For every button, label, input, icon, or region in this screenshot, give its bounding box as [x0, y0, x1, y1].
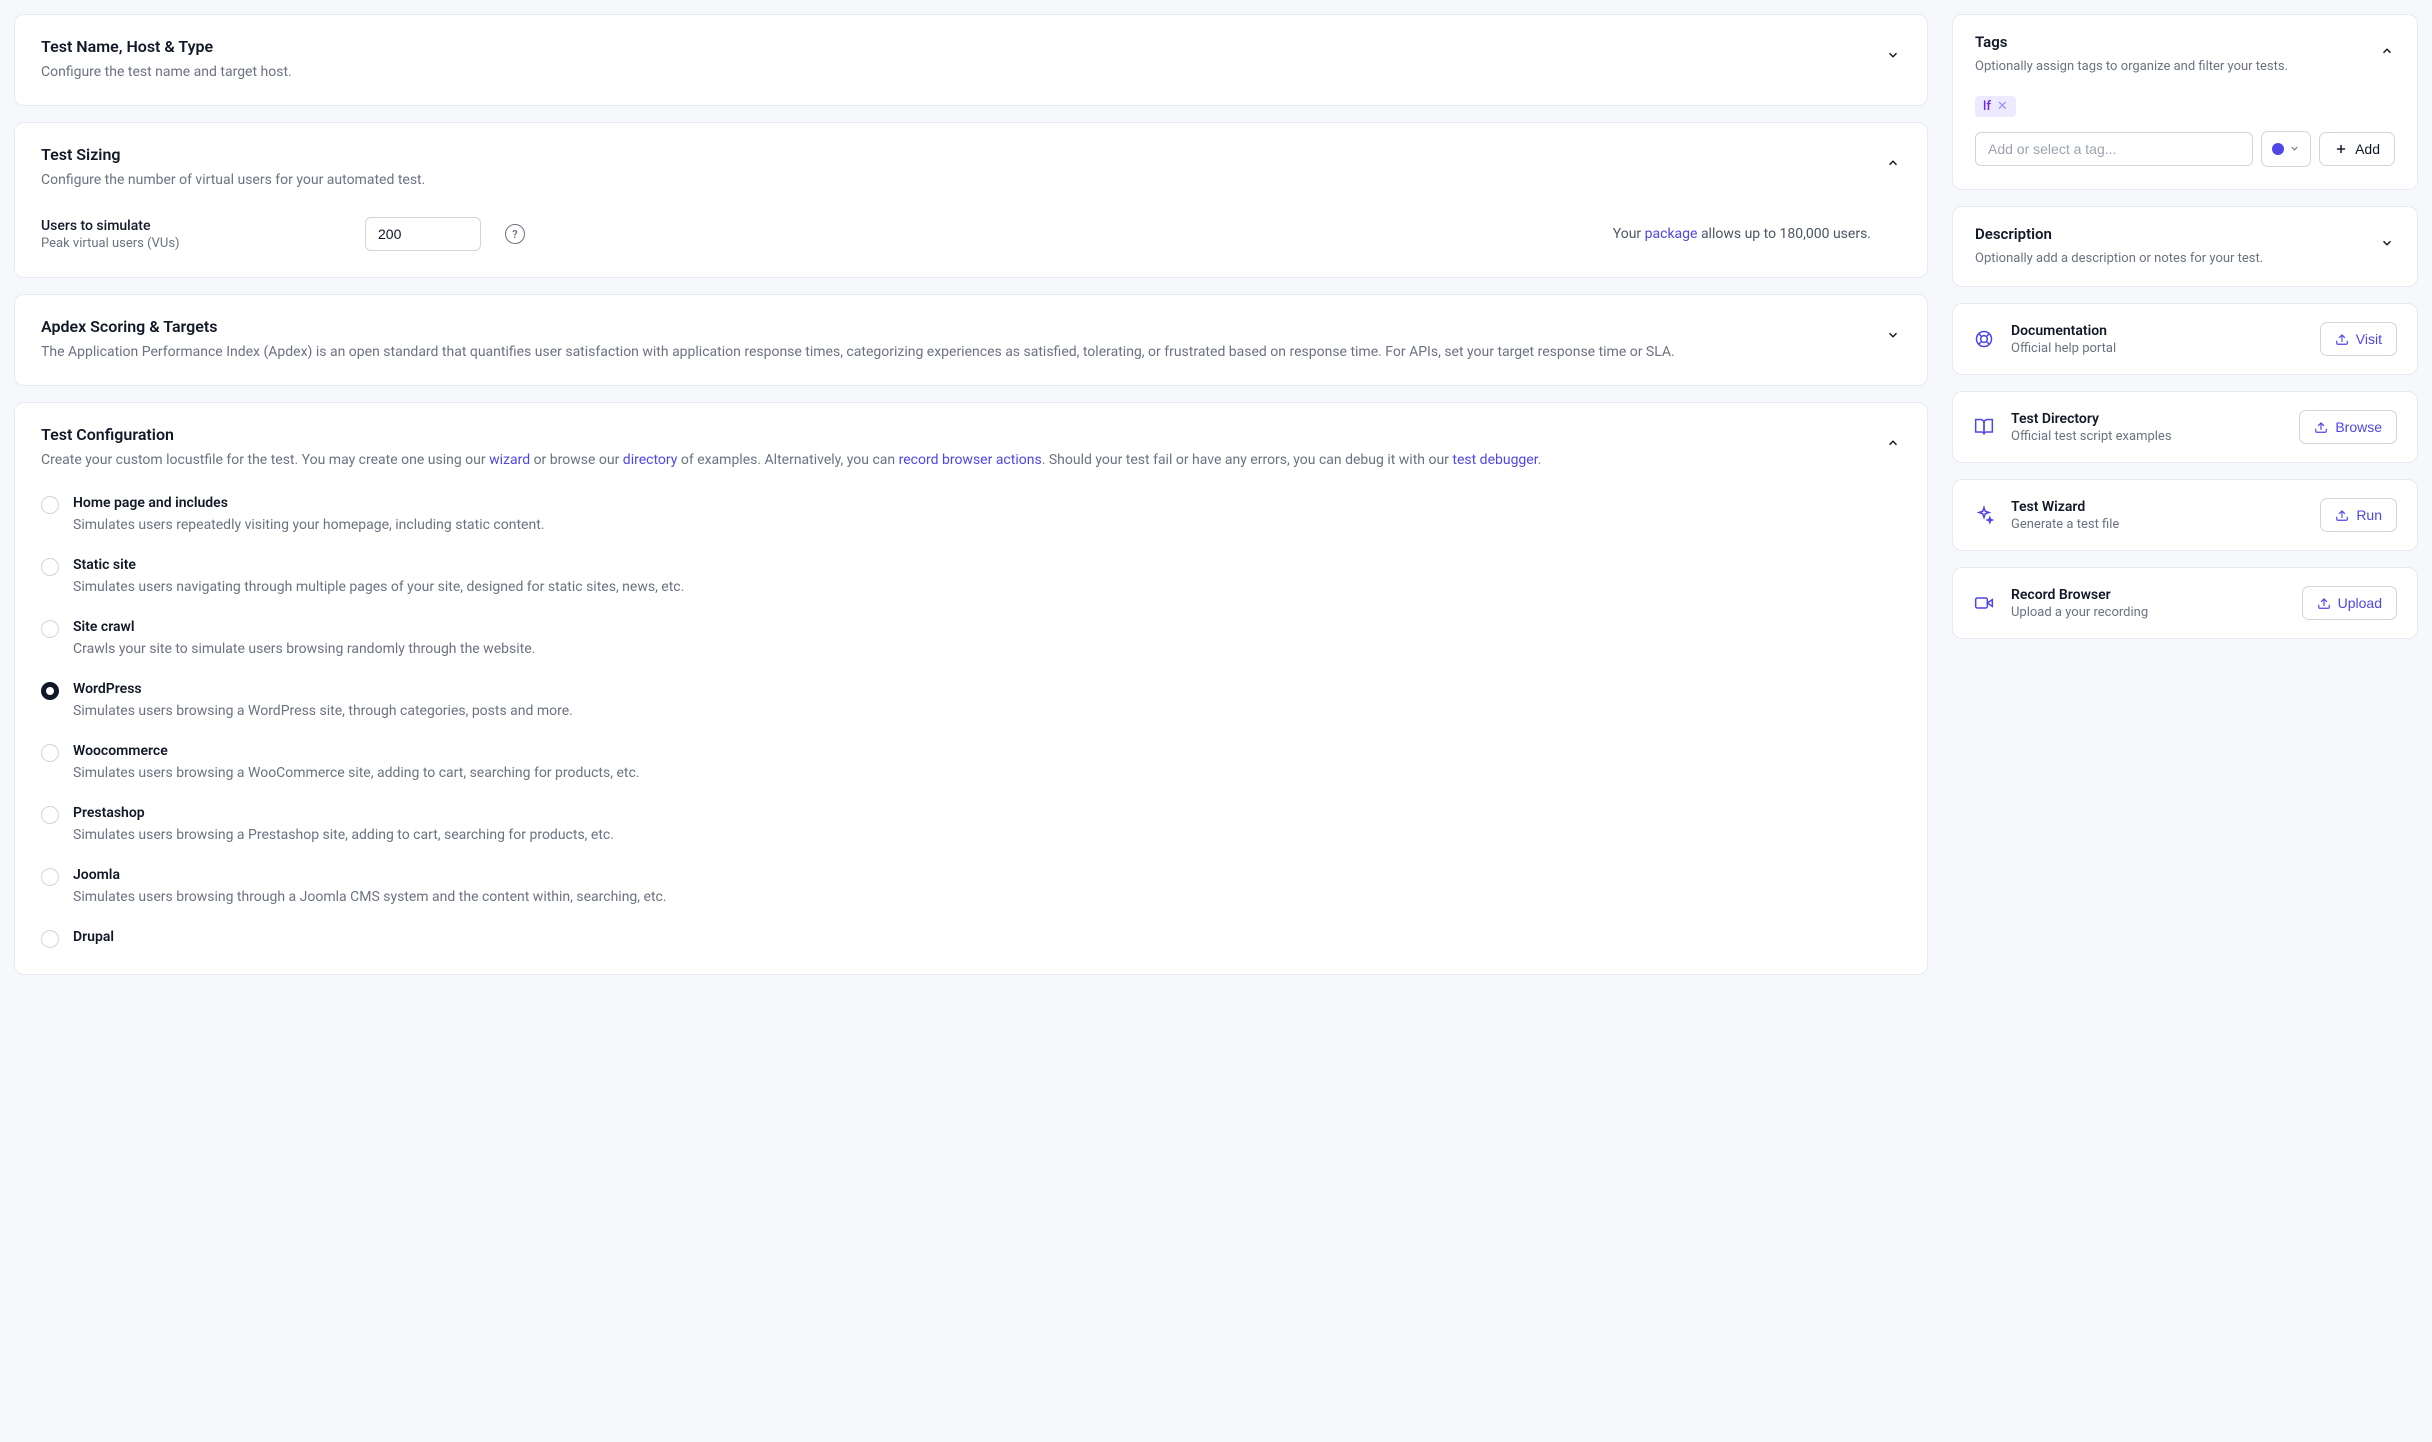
option-title: Drupal [73, 929, 114, 945]
section-test-configuration: Test Configuration Create your custom lo… [14, 402, 1928, 975]
radio-icon[interactable] [41, 620, 59, 638]
option-title: Home page and includes [73, 495, 544, 511]
option-title: Woocommerce [73, 743, 639, 759]
main-column: Test Name, Host & Type Configure the tes… [14, 14, 1928, 975]
option-title: Site crawl [73, 619, 535, 635]
option-title: Static site [73, 557, 684, 573]
debugger-link[interactable]: test debugger [1452, 452, 1537, 468]
config-option[interactable]: Joomla Simulates users browsing through a… [41, 867, 1901, 905]
section-subtitle: Create your custom locustfile for the te… [41, 450, 1869, 471]
option-title: WordPress [73, 681, 573, 697]
action-subtitle: Upload a your recording [2011, 605, 2286, 620]
section-title: Apdex Scoring & Targets [41, 317, 1869, 336]
users-input[interactable] [365, 217, 481, 251]
action-title: Test Directory [2011, 411, 2283, 427]
description-subtitle: Optionally add a description or notes fo… [1975, 249, 2363, 269]
sidebar: Tags Optionally assign tags to organize … [1952, 14, 2418, 975]
users-to-simulate-label: Users to simulate [41, 218, 341, 234]
section-title: Test Sizing [41, 145, 1869, 164]
book-icon [1973, 416, 1995, 438]
add-tag-button[interactable]: Add [2319, 132, 2395, 166]
chevron-up-icon[interactable] [2379, 43, 2395, 59]
option-description: Simulates users browsing through a Jooml… [73, 889, 667, 905]
tag-chip[interactable]: lf ✕ [1975, 96, 2016, 117]
radio-icon[interactable] [41, 682, 59, 700]
config-options-list: Home page and includes Simulates users re… [41, 495, 1901, 948]
sidebar-description: Description Optionally add a description… [1952, 206, 2418, 288]
tag-input[interactable] [1975, 132, 2253, 166]
action-subtitle: Official test script examples [2011, 429, 2283, 444]
chevron-down-icon[interactable] [2379, 235, 2395, 251]
section-name-host-type: Test Name, Host & Type Configure the tes… [14, 14, 1928, 106]
radio-icon[interactable] [41, 744, 59, 762]
record-link[interactable]: record browser actions [899, 452, 1042, 468]
peak-vus-hint: Peak virtual users (VUs) [41, 236, 341, 251]
section-apdex: Apdex Scoring & Targets The Application … [14, 294, 1928, 386]
option-description: Simulates users repeatedly visiting your… [73, 517, 544, 533]
tag-label: lf [1983, 99, 1991, 114]
tag-color-picker[interactable] [2261, 131, 2311, 167]
action-button[interactable]: Visit [2320, 322, 2397, 356]
action-card: Test Wizard Generate a test file Run [1952, 479, 2418, 551]
option-description: Simulates users browsing a Prestashop si… [73, 827, 614, 843]
directory-link[interactable]: directory [623, 452, 678, 468]
section-title: Test Configuration [41, 425, 1869, 444]
action-button[interactable]: Run [2320, 498, 2397, 532]
remove-tag-icon[interactable]: ✕ [1997, 99, 2008, 114]
tags-title: Tags [1975, 33, 2363, 51]
help-icon[interactable]: ? [505, 224, 525, 244]
package-limit-note: Your package allows up to 180,000 users. [1613, 226, 1901, 242]
radio-icon[interactable] [41, 496, 59, 514]
action-cards-list: Documentation Official help portal Visit Te… [1952, 303, 2418, 639]
action-card: Test Directory Official test script examp… [1952, 391, 2418, 463]
package-link[interactable]: package [1645, 226, 1698, 242]
config-option[interactable]: Prestashop Simulates users browsing a Pre… [41, 805, 1901, 843]
section-subtitle: Configure the test name and target host. [41, 62, 1869, 83]
config-option[interactable]: Site crawl Crawls your site to simulate u… [41, 619, 1901, 657]
chevron-up-icon[interactable] [1885, 435, 1901, 451]
tags-subtitle: Optionally assign tags to organize and f… [1975, 57, 2363, 77]
radio-icon[interactable] [41, 558, 59, 576]
config-option[interactable]: Static site Simulates users navigating th… [41, 557, 1901, 595]
action-button[interactable]: Upload [2302, 586, 2397, 620]
radio-icon[interactable] [41, 806, 59, 824]
action-title: Record Browser [2011, 587, 2286, 603]
option-title: Prestashop [73, 805, 614, 821]
config-option[interactable]: Home page and includes Simulates users re… [41, 495, 1901, 533]
description-title: Description [1975, 225, 2363, 243]
radio-icon[interactable] [41, 930, 59, 948]
sidebar-tags: Tags Optionally assign tags to organize … [1952, 14, 2418, 190]
action-button[interactable]: Browse [2299, 410, 2397, 444]
radio-icon[interactable] [41, 868, 59, 886]
chevron-up-icon[interactable] [1885, 155, 1901, 171]
section-subtitle: The Application Performance Index (Apdex… [41, 342, 1869, 363]
config-option[interactable]: Drupal [41, 929, 1901, 948]
option-description: Simulates users browsing a WooCommerce s… [73, 765, 639, 781]
video-icon [1973, 592, 1995, 614]
wizard-link[interactable]: wizard [489, 452, 530, 468]
action-card: Record Browser Upload a your recording Upl… [1952, 567, 2418, 639]
action-title: Test Wizard [2011, 499, 2304, 515]
config-option[interactable]: Woocommerce Simulates users browsing a Wo… [41, 743, 1901, 781]
section-title: Test Name, Host & Type [41, 37, 1869, 56]
action-subtitle: Generate a test file [2011, 517, 2304, 532]
sparkle-icon [1973, 504, 1995, 526]
section-test-sizing: Test Sizing Configure the number of virt… [14, 122, 1928, 278]
chevron-down-icon[interactable] [1885, 47, 1901, 63]
option-description: Simulates users navigating through multi… [73, 579, 684, 595]
life-ring-icon [1973, 328, 1995, 350]
option-description: Crawls your site to simulate users brows… [73, 641, 535, 657]
color-dot-icon [2272, 143, 2284, 155]
chevron-down-icon[interactable] [1885, 327, 1901, 343]
action-title: Documentation [2011, 323, 2304, 339]
config-option[interactable]: WordPress Simulates users browsing a Word… [41, 681, 1901, 719]
action-subtitle: Official help portal [2011, 341, 2304, 356]
option-description: Simulates users browsing a WordPress sit… [73, 703, 573, 719]
section-subtitle: Configure the number of virtual users fo… [41, 170, 1869, 191]
option-title: Joomla [73, 867, 667, 883]
action-card: Documentation Official help portal Visit [1952, 303, 2418, 375]
